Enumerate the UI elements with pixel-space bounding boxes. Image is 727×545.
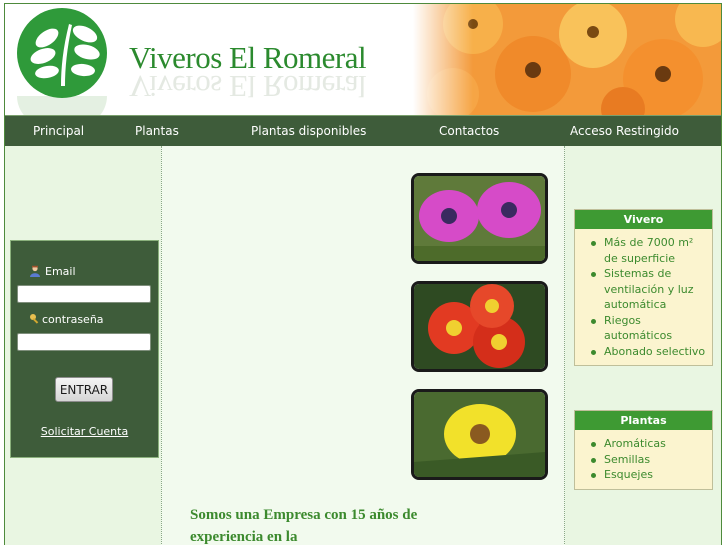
user-icon bbox=[29, 265, 41, 277]
email-input[interactable] bbox=[17, 285, 151, 303]
logo-reflection bbox=[17, 96, 107, 116]
list-item: Semillas bbox=[589, 452, 708, 468]
nav-item-acceso-restringido[interactable]: Acceso Restingido bbox=[570, 124, 679, 138]
password-input[interactable] bbox=[17, 333, 151, 351]
list-item: Aromáticas bbox=[589, 436, 708, 452]
yellow-daisy-photo bbox=[411, 389, 548, 480]
key-icon bbox=[29, 313, 41, 325]
request-account-link[interactable]: Solicitar Cuenta bbox=[11, 425, 158, 438]
list-item: Riegos automáticos bbox=[589, 313, 708, 344]
vivero-box-title: Vivero bbox=[575, 210, 712, 229]
list-item: Esquejes bbox=[589, 467, 708, 483]
email-label: Email bbox=[29, 265, 76, 278]
plantas-box: Plantas Aromáticas Semillas Esquejes bbox=[574, 410, 713, 490]
plantas-list: Aromáticas Semillas Esquejes bbox=[575, 430, 712, 489]
nav-item-contactos[interactable]: Contactos bbox=[439, 124, 499, 138]
vivero-box: Vivero Más de 7000 m² de superficie Sist… bbox=[574, 209, 713, 366]
red-flower-photo bbox=[411, 281, 548, 372]
left-sidebar: Email contraseña ENTRAR Solicitar Cuenta bbox=[5, 146, 161, 545]
main-content: Somos una Empresa con 15 años de experie… bbox=[161, 146, 565, 545]
list-item: Abonado selectivo bbox=[589, 344, 708, 360]
login-panel: Email contraseña ENTRAR Solicitar Cuenta bbox=[10, 240, 159, 458]
list-item: Sistemas de ventilación y luz automática bbox=[589, 266, 708, 313]
enter-button[interactable]: ENTRAR bbox=[55, 377, 113, 402]
intro-text: Somos una Empresa con 15 años de experie… bbox=[190, 507, 418, 545]
password-label: contraseña bbox=[29, 313, 104, 326]
plantas-box-title: Plantas bbox=[575, 411, 712, 430]
header-flowers-image bbox=[413, 4, 721, 116]
site-header: Viveros El Romeral Viveros El Romeral bbox=[5, 4, 721, 116]
site-title-reflection: Viveros El Romeral bbox=[129, 69, 367, 104]
main-nav: Principal Plantas Plantas disponibles Co… bbox=[5, 115, 721, 146]
vivero-list: Más de 7000 m² de superficie Sistemas de… bbox=[575, 229, 712, 365]
page-frame: Viveros El Romeral Viveros El Romeral Pr… bbox=[4, 3, 722, 545]
leaf-logo-icon[interactable] bbox=[17, 8, 107, 98]
nav-item-plantas-disponibles[interactable]: Plantas disponibles bbox=[251, 124, 366, 138]
right-sidebar: Vivero Más de 7000 m² de superficie Sist… bbox=[565, 146, 721, 545]
pink-daisy-photo bbox=[411, 173, 548, 264]
nav-item-plantas[interactable]: Plantas bbox=[135, 124, 179, 138]
nav-item-principal[interactable]: Principal bbox=[33, 124, 84, 138]
list-item: Más de 7000 m² de superficie bbox=[589, 235, 708, 266]
